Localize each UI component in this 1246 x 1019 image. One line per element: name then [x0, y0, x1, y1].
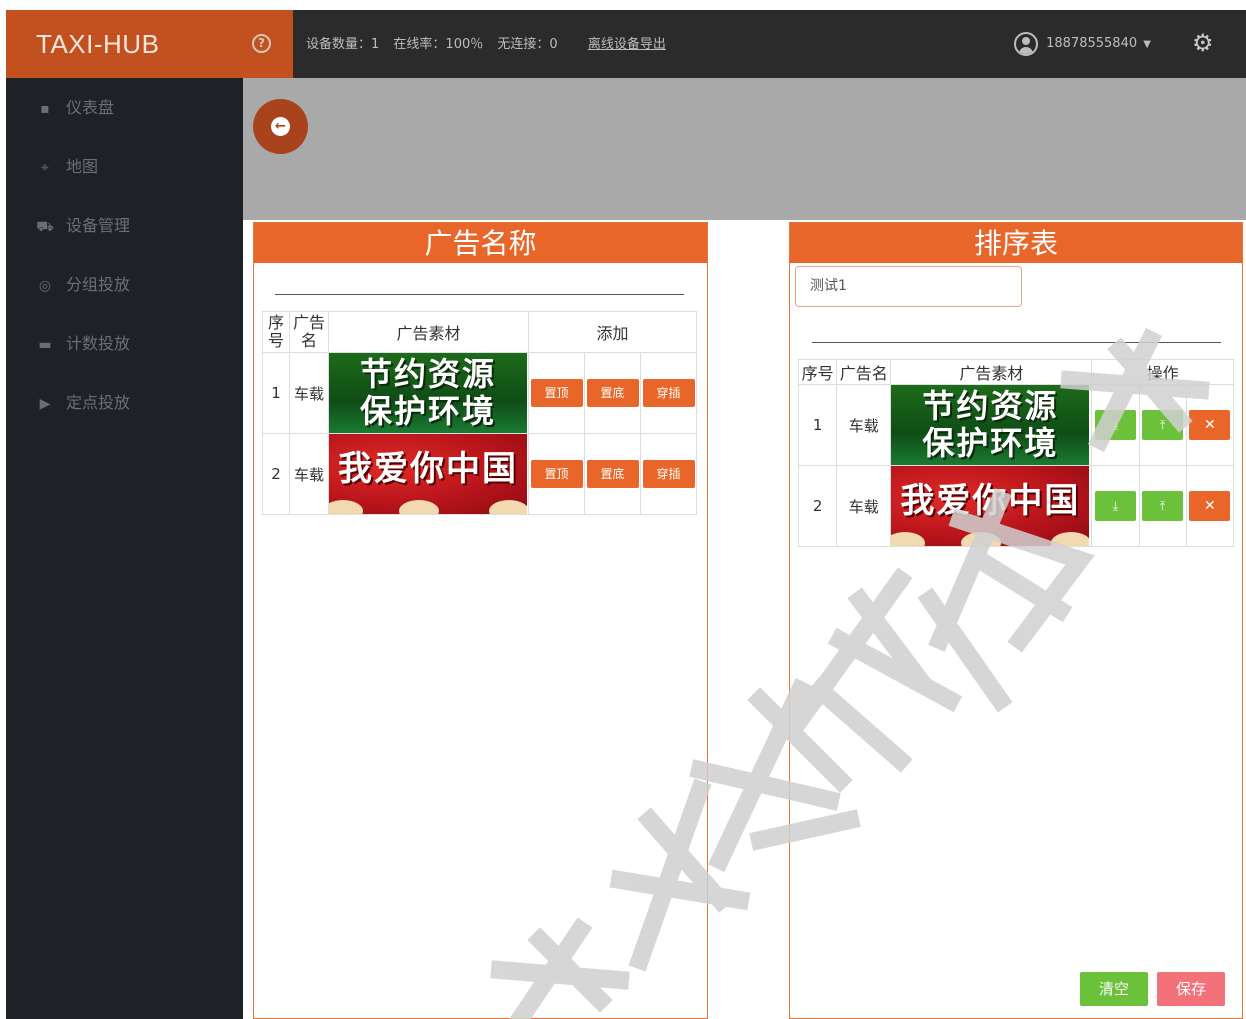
move-top-button[interactable]: 置顶: [530, 460, 583, 488]
row-index: 2: [262, 433, 290, 515]
sidebar-item-fixed-point-delivery[interactable]: ▶ 定点投放: [6, 373, 243, 432]
move-bottom-button[interactable]: 置底: [586, 379, 639, 407]
ad-list-title: 广告名称: [254, 223, 707, 263]
ad-image-love-china: 我爱你中国: [329, 434, 527, 514]
ad-image-save-resources: 节约资源 保护环境: [891, 385, 1090, 465]
sidebar-item-label: 地图: [66, 157, 99, 176]
main-header-area: [243, 78, 1246, 220]
sidebar-item-count-delivery[interactable]: ▬ 计数投放: [6, 314, 243, 373]
row-ad-name: 车载: [836, 465, 892, 547]
ad-image-text: 保护环境: [359, 392, 496, 430]
dashboard-icon: ▪: [40, 101, 50, 117]
ad-material-cell: 我爱你中国: [890, 465, 1093, 547]
ad-image-text: 保护环境: [922, 424, 1059, 462]
table-row: 1 车载 节约资源 保护环境 ⤓ ⤒ ✕: [797, 384, 1235, 466]
table-row: 2 车载 我爱你中国 ⤓ ⤒ ✕: [797, 465, 1235, 547]
back-button[interactable]: ←: [253, 99, 308, 154]
column-header-add: 添加: [528, 311, 697, 353]
arrow-left-icon: ←: [271, 117, 290, 136]
device-count: 设备数量：1: [306, 37, 380, 52]
export-offline-link[interactable]: 离线设备导出: [588, 37, 666, 52]
row-index: 1: [797, 384, 838, 466]
ad-image-text: 节约资源: [922, 387, 1059, 425]
online-rate: 在线率：100％: [393, 37, 484, 52]
column-header-ad-material: 广告素材: [328, 311, 529, 353]
sidebar-item-device-management[interactable]: ⛟ 设备管理: [6, 196, 243, 255]
caret-down-icon: ▼: [1143, 39, 1151, 50]
row-index: 2: [797, 465, 838, 547]
close-icon[interactable]: ✕: [1189, 410, 1231, 440]
column-header-ad-name: 广告名: [836, 359, 892, 385]
sidebar-item-label: 设备管理: [66, 216, 131, 235]
upload-icon[interactable]: ⤒: [1142, 491, 1184, 521]
column-header-ad-material: 广告素材: [890, 359, 1093, 385]
download-icon[interactable]: ⤓: [1094, 410, 1136, 440]
column-header-index: 序号: [797, 359, 838, 385]
counter-icon: ▬: [38, 337, 52, 353]
sidebar-item-map[interactable]: ⌖ 地图: [6, 137, 243, 196]
sidebar-item-label: 计数投放: [66, 334, 131, 353]
row-ad-name: 车载: [289, 433, 329, 515]
save-button[interactable]: 保存: [1157, 972, 1225, 1006]
table-header-row: 序号 广告名 广告素材 添加: [262, 311, 697, 353]
ad-image-save-resources: 节约资源 保护环境: [329, 353, 527, 433]
ad-material-cell: 节约资源 保护环境: [328, 352, 529, 434]
table-row: 2 车载 我爱你中国 置顶 置底 穿插: [262, 433, 697, 515]
upload-icon[interactable]: ⤒: [1142, 410, 1184, 440]
divider: [275, 294, 684, 295]
user-phone: 18878555840: [1046, 36, 1138, 51]
ad-image-text: 我爱你中国: [338, 449, 518, 489]
insert-button[interactable]: 穿插: [642, 379, 695, 407]
column-header-ad-name: 广告名: [289, 311, 329, 353]
move-top-button[interactable]: 置顶: [530, 379, 583, 407]
close-icon[interactable]: ✕: [1189, 491, 1231, 521]
sidebar-item-label: 定点投放: [66, 393, 131, 412]
move-bottom-button[interactable]: 置底: [586, 460, 639, 488]
top-bar: TAXI-HUB ? 设备数量：1 在线率：100％ 无连接：0 离线设备导出 …: [6, 10, 1246, 78]
sidebar-item-group-delivery[interactable]: ◎ 分组投放: [6, 255, 243, 314]
ad-material-cell: 节约资源 保护环境: [890, 384, 1093, 466]
clear-button[interactable]: 清空: [1080, 972, 1148, 1006]
ad-material-cell: 我爱你中国: [328, 433, 529, 515]
ad-image-text: 我爱你中国: [900, 481, 1081, 521]
row-ad-name: 车载: [836, 384, 892, 466]
column-header-actions: 操作: [1091, 359, 1234, 385]
car-icon: ⛟: [36, 219, 54, 235]
sidebar: ▪ 仪表盘 ⌖ 地图 ⛟ 设备管理 ◎ 分组投放 ▬ 计数投放 ▶ 定点投放: [6, 78, 243, 1019]
playlist-name-input[interactable]: 测试1: [795, 266, 1022, 307]
row-index: 1: [262, 352, 290, 434]
row-ad-name: 车载: [289, 352, 329, 434]
no-connection-count: 无连接：0: [497, 37, 558, 52]
help-circle-icon[interactable]: ?: [252, 34, 271, 53]
table-row: 1 车载 节约资源 保护环境 置顶 置底 穿插: [262, 352, 697, 434]
sort-list-title: 排序表: [790, 223, 1242, 263]
map-pin-icon: ⌖: [41, 160, 49, 176]
sidebar-item-label: 仪表盘: [66, 98, 115, 117]
user-menu[interactable]: 18878555840 ▼: [1014, 30, 1151, 58]
sidebar-item-dashboard[interactable]: ▪ 仪表盘: [6, 78, 243, 137]
user-circle-icon: [1014, 31, 1038, 56]
group-icon: ◎: [38, 278, 52, 294]
ad-list-table: 序号 广告名 广告素材 添加 1 车载 节约资源 保护环境 置顶 置底 穿插 2…: [262, 311, 697, 515]
insert-button[interactable]: 穿插: [642, 460, 695, 488]
gear-icon[interactable]: ⚙: [1192, 31, 1216, 55]
table-header-row: 序号 广告名 广告素材 操作: [797, 359, 1234, 385]
ad-image-text: 节约资源: [359, 355, 496, 393]
device-stats: 设备数量：1 在线率：100％ 无连接：0 离线设备导出: [306, 10, 676, 78]
sidebar-item-label: 分组投放: [66, 275, 131, 294]
column-header-index: 序号: [262, 311, 290, 353]
sort-list-table: 序号 广告名 广告素材 操作 1 车载 节约资源 保护环境 ⤓ ⤒ ✕ 2 车载…: [797, 359, 1235, 547]
ad-image-love-china: 我爱你中国: [891, 466, 1090, 546]
brand-logo[interactable]: TAXI-HUB: [6, 10, 293, 78]
download-icon[interactable]: ⤓: [1094, 491, 1136, 521]
play-icon: ▶: [39, 396, 51, 412]
divider: [812, 342, 1221, 343]
